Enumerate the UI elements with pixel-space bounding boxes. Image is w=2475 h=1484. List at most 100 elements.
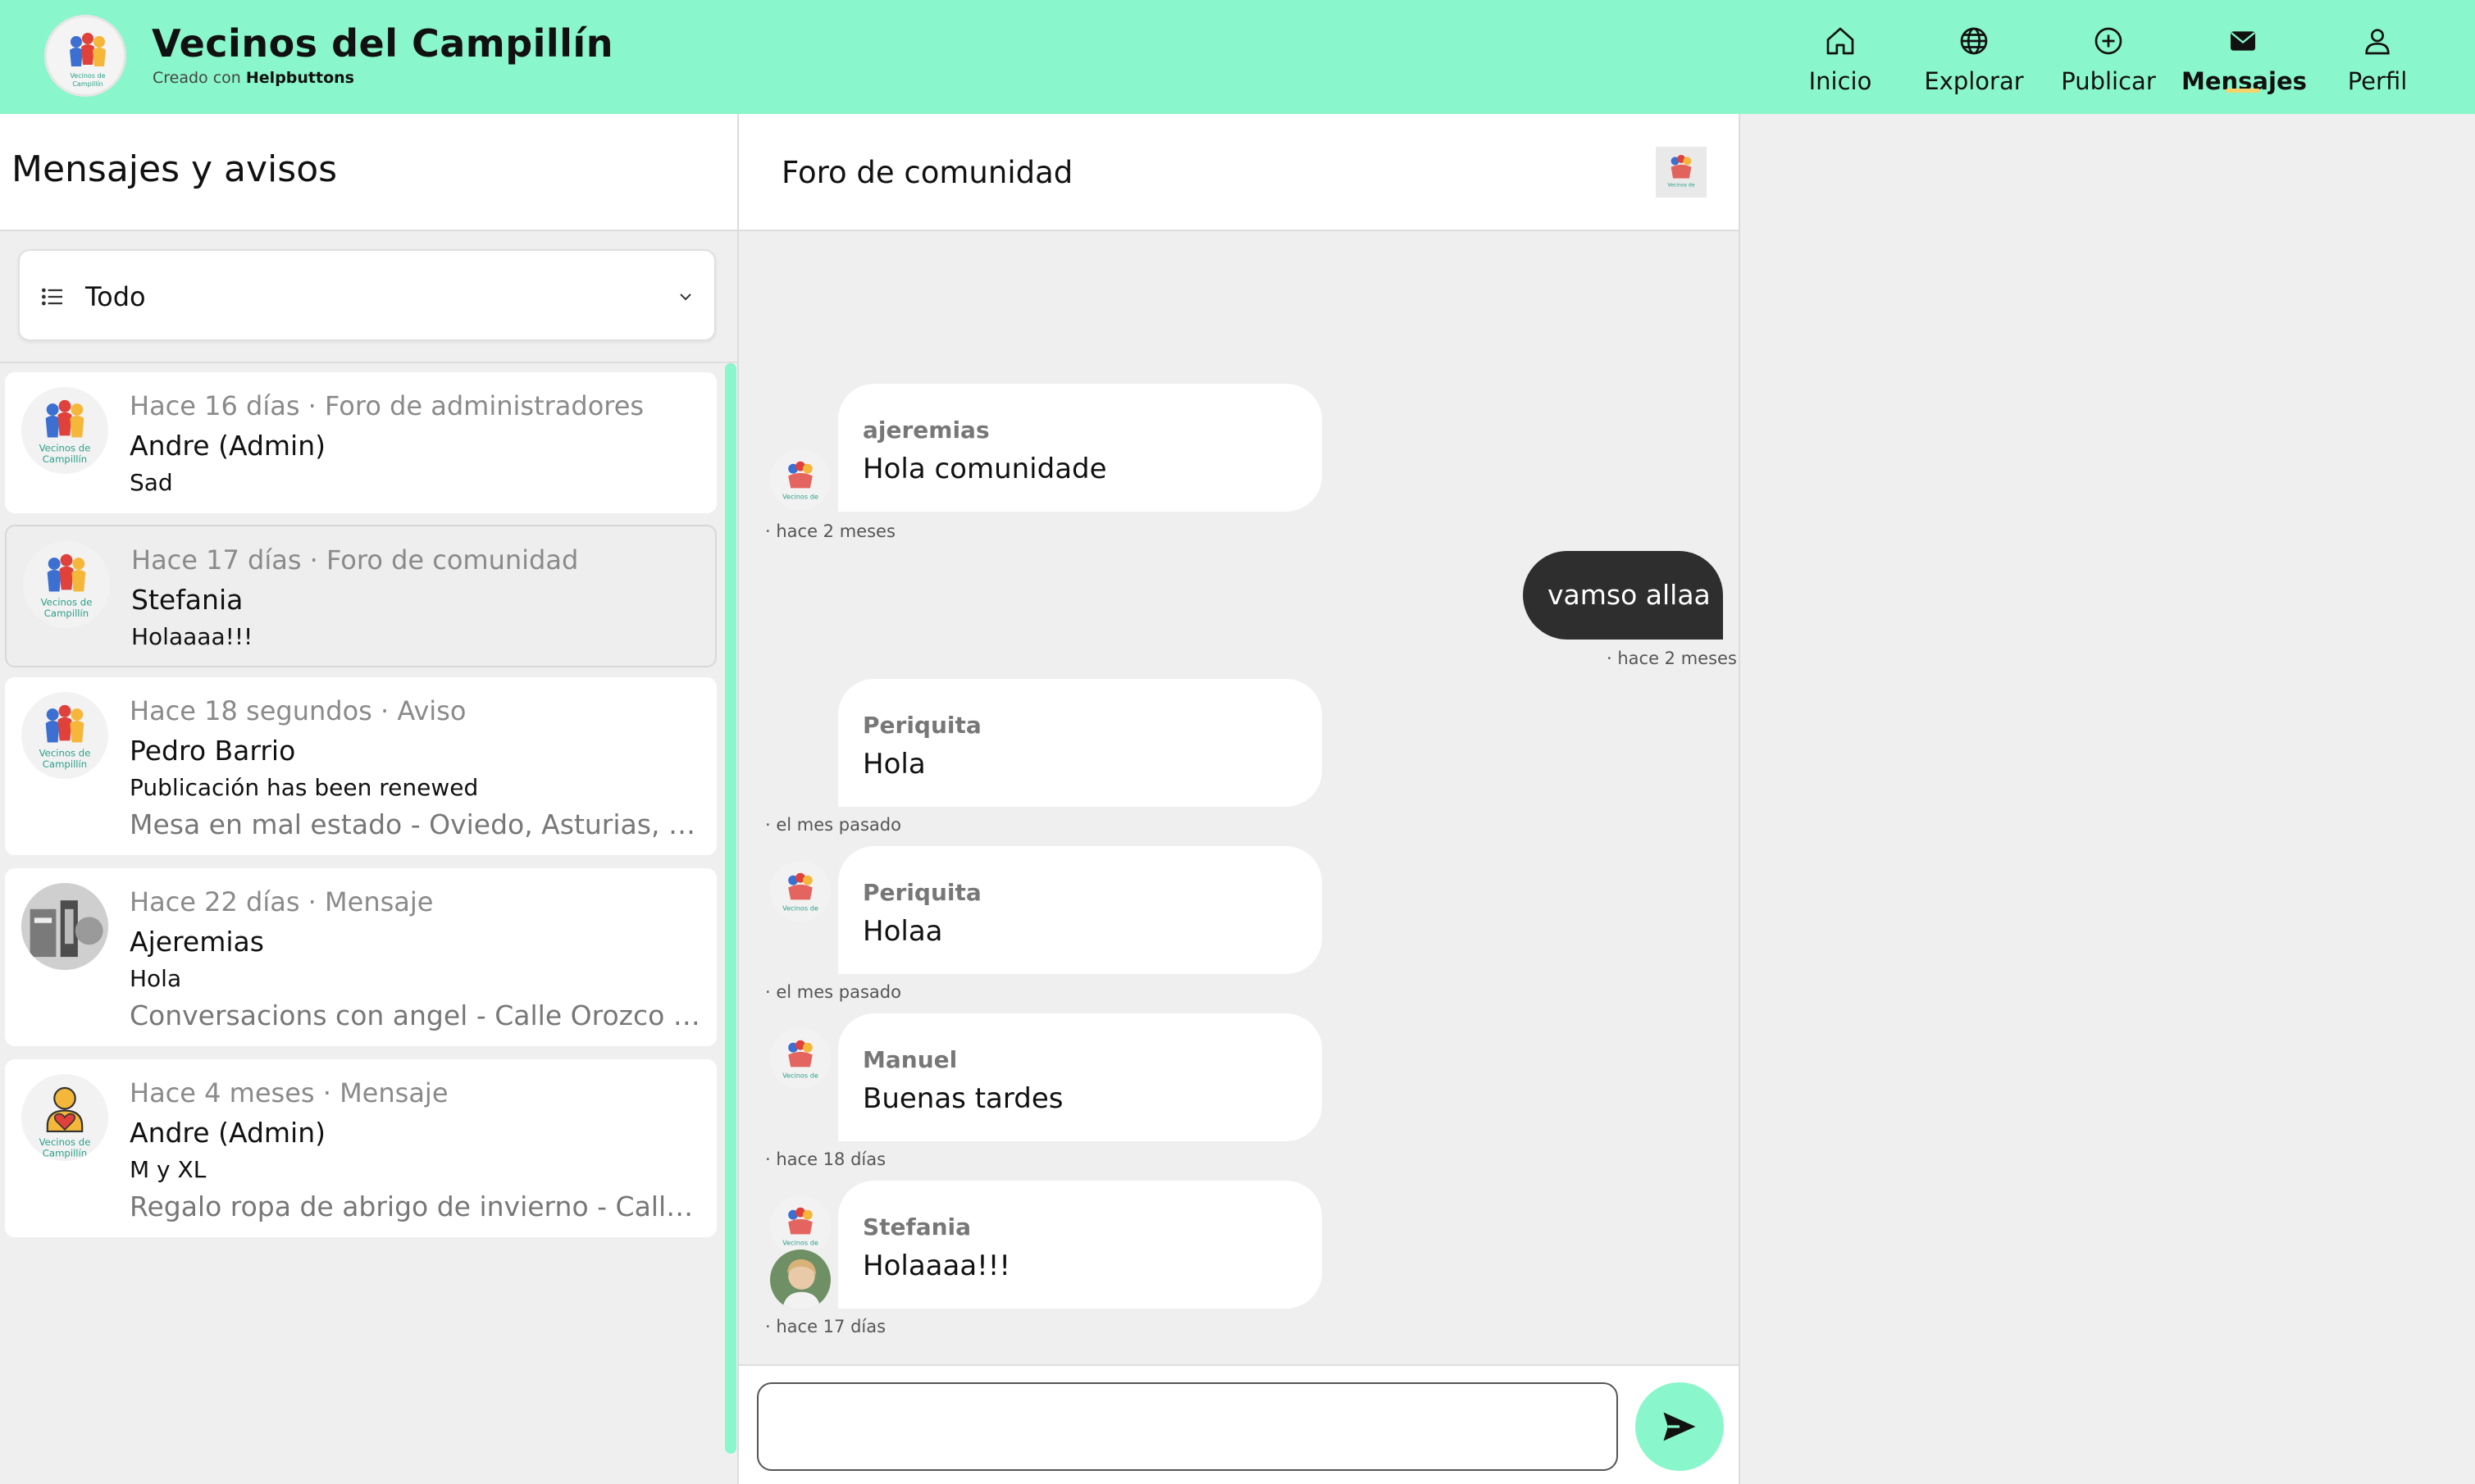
message-text: Holaa [863, 915, 943, 948]
avatar: Vecinos de Campillín [21, 1074, 108, 1161]
conversation-name: Andre (Admin) [130, 1117, 326, 1149]
list-icon [41, 288, 62, 306]
send-button[interactable] [1635, 1382, 1724, 1471]
avatar: Vecinos de Campillín [21, 387, 108, 474]
svg-text:Vecinos de: Vecinos de [39, 747, 91, 758]
conversation-meta: Hace 17 días · Foro de comunidad [131, 544, 579, 576]
conversation-name: Stefania [131, 584, 244, 616]
conversation-last-message: Sad [130, 469, 173, 496]
home-icon [1826, 27, 1854, 55]
conversation-item[interactable]: Vecinos de Campillín Hace 4 meses · Mensa… [5, 1059, 717, 1237]
nav-mensajes[interactable]: Mensajes [2181, 20, 2307, 102]
message-time: · el mes pasado [765, 815, 901, 835]
svg-text:Vecinos de: Vecinos de [39, 1136, 91, 1148]
sender-avatar: Vecinos de [770, 861, 831, 922]
svg-text:Vecinos de: Vecinos de [782, 1072, 818, 1080]
send-icon [1663, 1412, 1696, 1441]
inbox-header: Mensajes y avisos [0, 114, 737, 231]
message-author: ajeremias [863, 417, 990, 444]
sender-avatar-photo [770, 1250, 831, 1310]
nav-label: Publicar [2061, 67, 2156, 95]
svg-text:Campillín: Campillín [43, 1148, 87, 1159]
sender-avatar: Vecinos de [770, 449, 831, 510]
message-input[interactable] [757, 1382, 1618, 1471]
nav-label: Perfil [2347, 67, 2408, 95]
chat-avatar[interactable]: Vecinos de [1656, 147, 1707, 198]
avatar: Vecinos de Campillín [21, 692, 108, 779]
sender-avatar: Vecinos de [770, 1195, 831, 1256]
app-subtitle: Creado con Helpbuttons [153, 69, 354, 87]
message-text: Hola comunidade [863, 453, 1107, 485]
conversation-meta: Hace 22 días · Mensaje [130, 886, 434, 917]
svg-text:Vecinos de: Vecinos de [39, 442, 91, 453]
conversation-name: Pedro Barrio [130, 735, 296, 767]
sender-avatar: Vecinos de [770, 1028, 831, 1089]
chat-title: Foro de comunidad [782, 155, 1073, 190]
conversation-context: Conversacions con angel - Calle Orozco 1… [130, 999, 704, 1031]
conversation-name: Ajeremias [130, 926, 264, 958]
avatar [21, 883, 108, 970]
app-title: Vecinos del Campillín [152, 21, 613, 66]
nav-explorar[interactable]: Explorar [1912, 20, 2035, 102]
conversation-item[interactable]: Vecinos de Campillín Hace 18 segundos · A… [5, 677, 717, 855]
conversation-item[interactable]: Vecinos de Campillín Hace 16 días · Foro … [5, 372, 717, 513]
message-author: Manuel [863, 1046, 958, 1073]
message-bubble: Manuel Buenas tardes [838, 1013, 1322, 1141]
svg-text:Campillín: Campillín [43, 453, 87, 465]
nav-label: Inicio [1808, 67, 1872, 95]
top-bar: Vecinos de Campillín Vecinos del Campill… [0, 0, 2475, 114]
conversation-item[interactable]: Hace 22 días · Mensaje Ajeremias Hola Co… [5, 868, 717, 1046]
message-time: · hace 18 días [765, 1149, 887, 1169]
svg-text:Campillín: Campillín [44, 608, 89, 619]
message-text: Buenas tardes [863, 1082, 1064, 1115]
globe-icon [1960, 27, 1988, 55]
community-logo[interactable]: Vecinos de Campillín [44, 15, 126, 97]
subtitle-brand[interactable]: Helpbuttons [246, 69, 354, 87]
own-message-bubble: vamso allaa [1523, 551, 1723, 640]
svg-text:Vecinos de: Vecinos de [1667, 182, 1695, 188]
svg-text:Campillín: Campillín [43, 758, 87, 770]
conversation-item-selected[interactable]: Vecinos de Campillín Hace 17 días · Foro … [5, 525, 717, 667]
message-time: · hace 17 días [765, 1317, 887, 1336]
message-time: · hace 2 meses [765, 521, 896, 541]
message-author: Periquita [863, 712, 982, 739]
message-bubble: Periquita Hola [838, 679, 1322, 807]
nav-label: Explorar [1924, 67, 2024, 95]
user-icon [2365, 29, 2390, 55]
plus-circle-icon [2094, 27, 2122, 55]
message-text: vamso allaa [1547, 579, 1711, 611]
chat-header: Foro de comunidad Vecinos de [739, 114, 1739, 231]
svg-text:Vecinos de: Vecinos de [41, 596, 93, 608]
conversation-context: Regalo ropa de abrigo de invierno - Call… [130, 1190, 704, 1222]
empty-area [1740, 114, 2475, 1484]
svg-text:Vecinos de: Vecinos de [70, 72, 105, 80]
nav-publicar[interactable]: Publicar [2047, 20, 2170, 102]
svg-text:Campillín: Campillín [72, 80, 103, 88]
avatar: Vecinos de Campillín [23, 541, 110, 628]
conversation-meta: Hace 18 segundos · Aviso [130, 695, 467, 726]
envelope-icon [2231, 31, 2255, 51]
nav-inicio[interactable]: Inicio [1779, 20, 1902, 102]
nav-perfil[interactable]: Perfil [2316, 20, 2439, 102]
message-bubble: Periquita Holaa [838, 846, 1322, 974]
svg-text:Vecinos de: Vecinos de [782, 493, 818, 501]
conversation-last-message: Holaaaa!!! [131, 623, 253, 650]
message-author: Periquita [863, 879, 982, 906]
inbox-panel: Mensajes y avisos Todo Vecinos de Campill… [0, 114, 739, 1484]
chat-panel: Foro de comunidad Vecinos de Vecinos de … [739, 114, 1740, 1484]
message-time: · el mes pasado [765, 982, 901, 1002]
conversation-meta: Hace 4 meses · Mensaje [130, 1077, 449, 1108]
inbox-scrollbar[interactable] [725, 363, 736, 1454]
svg-text:Vecinos de: Vecinos de [782, 1239, 818, 1247]
message-text: Hola [863, 748, 926, 781]
active-underline [2226, 89, 2260, 93]
chevron-down-icon [680, 294, 691, 301]
filter-dropdown[interactable]: Todo [18, 249, 716, 341]
divider [0, 362, 737, 363]
message-bubble: ajeremias Hola comunidade [838, 384, 1322, 512]
conversation-context: Mesa en mal estado - Oviedo, Asturias, S… [130, 808, 704, 840]
conversation-last-message: M y XL [130, 1156, 207, 1183]
message-author: Stefania [863, 1213, 972, 1240]
message-time: · hace 2 meses [1607, 649, 1737, 668]
conversation-meta: Hace 16 días · Foro de administradores [130, 390, 645, 421]
